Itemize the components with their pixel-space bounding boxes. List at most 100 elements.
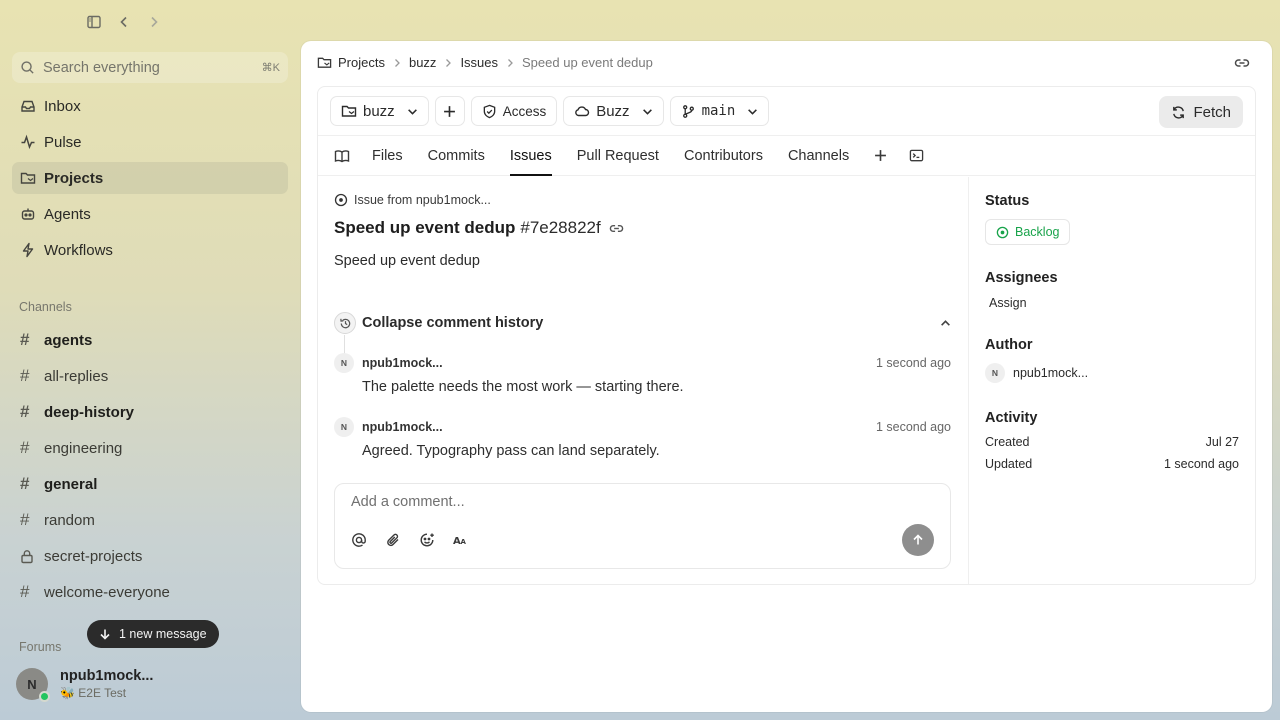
projects-icon xyxy=(317,55,332,70)
chevron-right-icon xyxy=(443,58,453,68)
created-label: Created xyxy=(985,435,1030,449)
sidebar-item-projects[interactable]: Projects xyxy=(12,162,288,194)
assignees-heading: Assignees xyxy=(985,270,1058,286)
sidebar-item-agents[interactable]: Agents xyxy=(12,198,288,230)
mention-icon[interactable] xyxy=(351,532,367,548)
repo-tabs: Files Commits Issues Pull Request Contri… xyxy=(318,136,1255,176)
terminal-tab[interactable] xyxy=(909,136,924,175)
cloud-selector[interactable]: Buzz xyxy=(563,96,664,126)
channel-item[interactable]: # welcome-everyone xyxy=(12,576,288,608)
repo-selector[interactable]: buzz xyxy=(330,96,429,126)
tab-files[interactable]: Files xyxy=(372,136,403,175)
circle-dot-icon xyxy=(334,193,348,207)
sidebar-item-label: Inbox xyxy=(44,97,81,115)
access-button[interactable]: Access xyxy=(470,96,558,126)
hash-icon: # xyxy=(20,438,30,457)
channel-item[interactable]: # deep-history xyxy=(12,396,288,428)
back-arrow-icon[interactable] xyxy=(114,12,134,32)
comment-item: N npub1mock... 1 second ago Agreed. Typo… xyxy=(334,417,951,459)
channel-item[interactable]: # all-replies xyxy=(12,360,288,392)
paperclip-icon[interactable] xyxy=(385,532,401,548)
branch-name: main xyxy=(701,103,736,119)
sidebar-item-label: Workflows xyxy=(44,241,113,259)
assign-button[interactable]: Assign xyxy=(985,296,1239,310)
tab-channels[interactable]: Channels xyxy=(788,136,849,175)
comment-input[interactable]: Add a comment... xyxy=(351,494,465,510)
channel-label: random xyxy=(44,511,95,529)
projects-icon xyxy=(20,170,36,186)
updated-row: Updated 1 second ago xyxy=(985,457,1239,471)
sidebar-toggle-icon[interactable] xyxy=(84,12,104,32)
book-icon xyxy=(334,148,350,164)
cloud-icon xyxy=(574,103,590,119)
comment-author[interactable]: npub1mock... xyxy=(362,420,876,434)
status-badge[interactable]: Backlog xyxy=(985,219,1071,245)
channel-label: deep-history xyxy=(44,403,135,421)
chevron-down-icon xyxy=(642,106,653,117)
comment-author[interactable]: npub1mock... xyxy=(362,356,876,370)
add-tab-button[interactable] xyxy=(874,136,887,175)
issue-title: Speed up event dedup #7e28822f xyxy=(334,218,624,238)
channel-item[interactable]: # agents xyxy=(12,324,288,356)
copy-link-icon[interactable] xyxy=(1234,55,1250,71)
search-bar[interactable]: Search everything ⌘K xyxy=(12,52,288,83)
main-panel: Projects buzz Issues Speed up event dedu… xyxy=(301,41,1272,712)
user-name: npub1mock... xyxy=(60,668,154,684)
tab-pull-request[interactable]: Pull Request xyxy=(577,136,659,175)
created-row: Created Jul 27 xyxy=(985,435,1239,449)
add-button[interactable] xyxy=(434,96,465,126)
send-button[interactable] xyxy=(902,524,934,556)
branch-selector[interactable]: main xyxy=(669,96,770,126)
breadcrumb-issues[interactable]: Issues xyxy=(460,55,498,70)
activity-heading: Activity xyxy=(985,410,1038,426)
agents-icon xyxy=(20,206,36,222)
emoji-icon[interactable] xyxy=(419,532,435,548)
comment-item: N npub1mock... 1 second ago The palette … xyxy=(334,353,951,395)
comment-text: Agreed. Typography pass can land separat… xyxy=(362,443,660,459)
issue-details: Status Backlog Assignees Assign Author N… xyxy=(968,177,1255,584)
sidebar-item-inbox[interactable]: Inbox xyxy=(12,90,288,122)
breadcrumb-current: Speed up event dedup xyxy=(522,55,653,70)
search-icon xyxy=(20,60,35,75)
channel-item[interactable]: secret-projects xyxy=(12,540,288,572)
author-row: N npub1mock... xyxy=(985,363,1239,383)
breadcrumb-repo[interactable]: buzz xyxy=(409,55,436,70)
comment-time: 1 second ago xyxy=(875,420,951,434)
tab-issues[interactable]: Issues xyxy=(509,136,552,176)
online-indicator xyxy=(39,691,50,702)
new-message-pill[interactable]: 1 new message xyxy=(87,620,219,648)
circle-dot-icon xyxy=(996,226,1009,239)
shield-check-icon xyxy=(482,104,497,119)
window-nav xyxy=(84,12,164,32)
channel-label: welcome-everyone xyxy=(44,583,170,601)
fetch-button[interactable]: Fetch xyxy=(1159,96,1243,128)
created-value: Jul 27 xyxy=(1205,435,1239,449)
avatar: N xyxy=(985,363,1005,383)
avatar: N xyxy=(334,353,354,373)
channel-label: general xyxy=(44,475,98,493)
issue-title-text: Speed up event dedup xyxy=(334,218,516,237)
channel-item[interactable]: # general xyxy=(12,468,288,500)
sidebar-item-workflows[interactable]: Workflows xyxy=(12,234,288,266)
avatar: N xyxy=(16,668,50,702)
forward-arrow-icon[interactable] xyxy=(144,12,164,32)
lock-icon xyxy=(20,549,36,564)
breadcrumb-projects[interactable]: Projects xyxy=(338,55,385,70)
comment-composer[interactable]: Add a comment... AA xyxy=(334,483,951,569)
access-label: Access xyxy=(502,103,547,119)
tab-contributors[interactable]: Contributors xyxy=(684,136,763,175)
channel-label: secret-projects xyxy=(44,547,143,565)
author-name[interactable]: npub1mock... xyxy=(1013,366,1088,380)
current-user[interactable]: N npub1mock... 🐝 E2E Test xyxy=(16,668,154,702)
link-icon[interactable] xyxy=(609,221,624,236)
new-message-label: 1 new message xyxy=(119,627,207,641)
collapse-history-toggle[interactable]: Collapse comment history xyxy=(334,312,951,334)
tab-commits[interactable]: Commits xyxy=(428,136,485,175)
sidebar-item-pulse[interactable]: Pulse xyxy=(12,126,288,158)
tab-readme[interactable] xyxy=(334,136,350,175)
channel-item[interactable]: # engineering xyxy=(12,432,288,464)
hash-icon: # xyxy=(20,402,30,421)
avatar-initial: N xyxy=(27,676,37,692)
text-format-icon[interactable]: AA xyxy=(453,534,469,546)
channel-item[interactable]: # random xyxy=(12,504,288,536)
